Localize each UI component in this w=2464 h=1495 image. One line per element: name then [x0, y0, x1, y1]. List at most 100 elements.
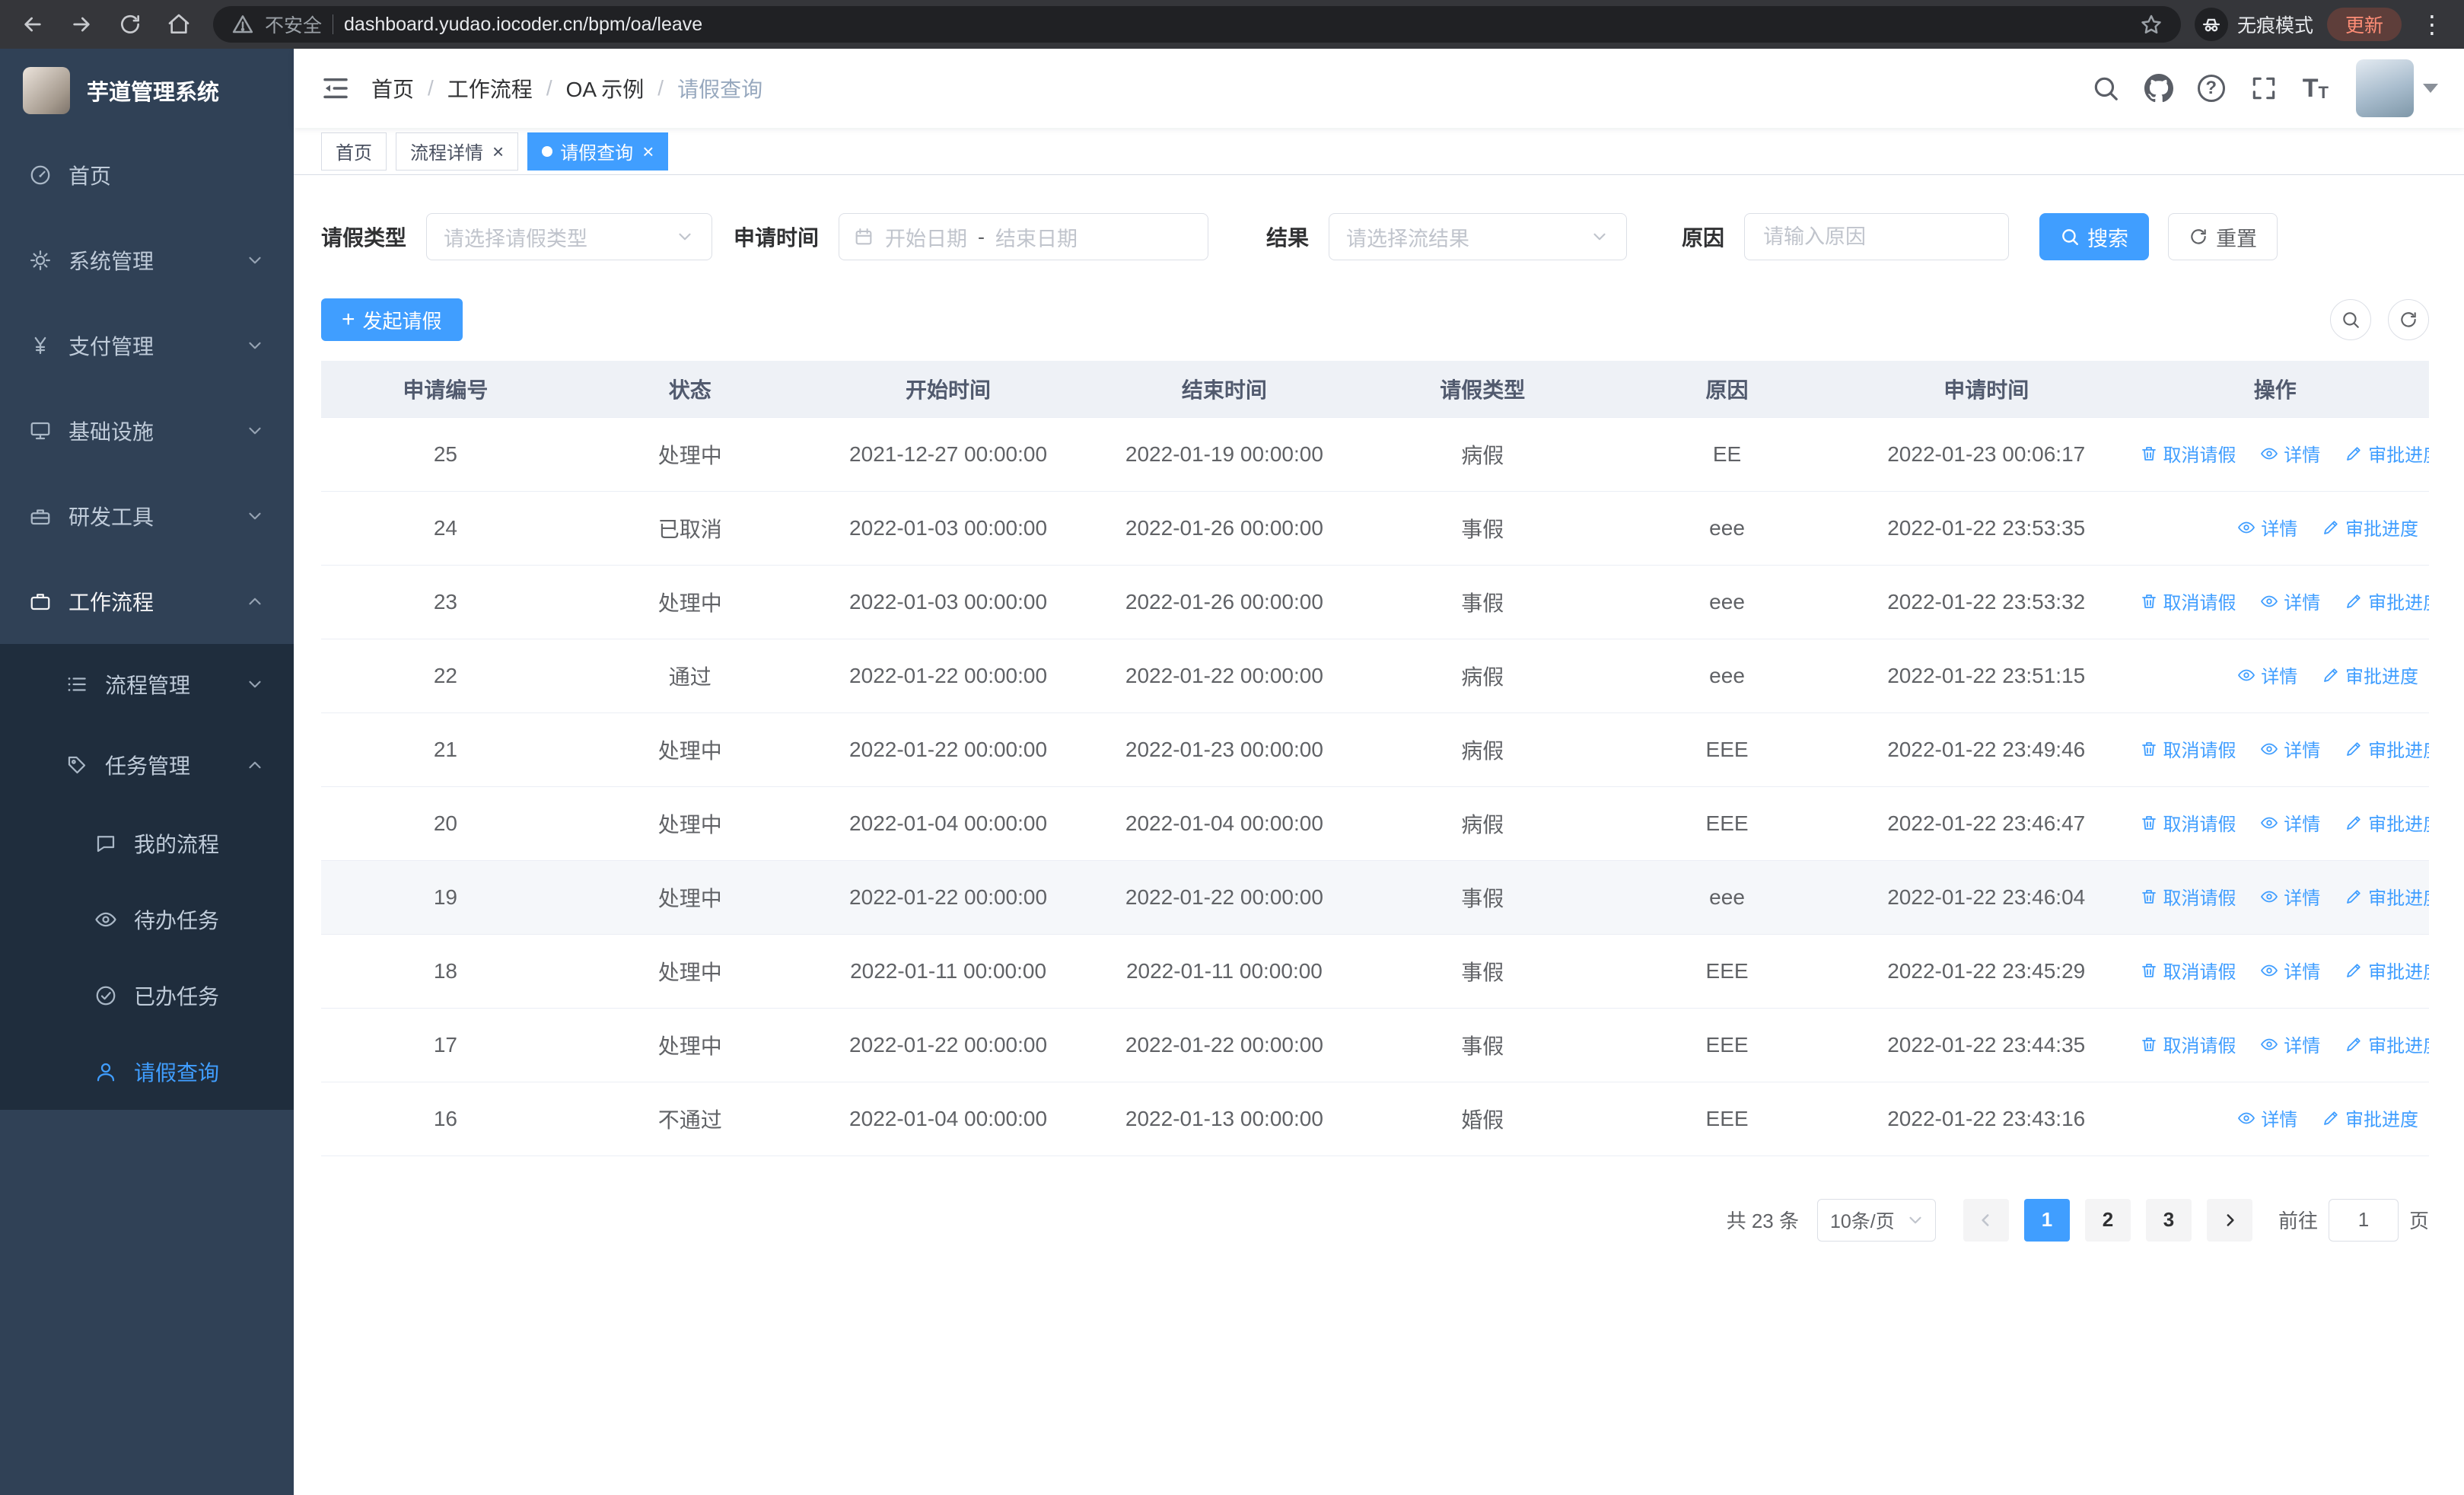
page-size-select[interactable]: 10条/页	[1816, 1198, 1936, 1242]
cancel-leave-link[interactable]: 取消请假	[2140, 809, 2236, 836]
fullscreen-icon[interactable]	[2249, 74, 2278, 103]
close-icon[interactable]: ×	[492, 142, 504, 161]
approval-progress-link[interactable]: 审批进度	[2345, 1031, 2429, 1057]
toggle-search-icon[interactable]	[2330, 299, 2371, 340]
breadcrumb-oa-example[interactable]: OA 示例	[566, 73, 645, 104]
update-button[interactable]: 更新	[2326, 8, 2402, 41]
search-icon[interactable]	[2091, 74, 2120, 103]
sidebar-fold-icon[interactable]	[320, 72, 352, 104]
leave-table: 申请编号 状态 开始时间 结束时间 请假类型 原因 申请时间 操作 25 处理中…	[321, 361, 2429, 1156]
detail-link[interactable]: 详情	[2260, 957, 2320, 983]
avatar[interactable]	[2356, 59, 2414, 117]
approval-progress-link[interactable]: 审批进度	[2345, 735, 2429, 762]
detail-link[interactable]: 详情	[2260, 735, 2320, 762]
sidebar-item-infrastructure[interactable]: 基础设施	[0, 388, 294, 473]
cancel-leave-link[interactable]: 取消请假	[2140, 957, 2236, 983]
forward-button[interactable]	[61, 4, 102, 45]
cancel-leave-link[interactable]: 取消请假	[2140, 883, 2236, 910]
address-bar[interactable]: 不安全 dashboard.yudao.iocoder.cn/bpm/oa/le…	[213, 6, 2181, 43]
github-icon[interactable]	[2144, 74, 2173, 103]
page-button-3[interactable]: 3	[2145, 1198, 2192, 1242]
cell-status: 处理中	[569, 712, 810, 787]
create-leave-button[interactable]: + 发起请假	[321, 298, 463, 341]
detail-link[interactable]: 详情	[2237, 514, 2297, 540]
detail-link[interactable]: 详情	[2260, 883, 2320, 910]
cancel-leave-link[interactable]: 取消请假	[2140, 735, 2236, 762]
refresh-icon[interactable]	[2388, 299, 2429, 340]
approval-progress-link[interactable]: 审批进度	[2322, 514, 2418, 540]
sidebar-item-system[interactable]: 系统管理	[0, 218, 294, 303]
home-button[interactable]	[158, 4, 199, 45]
cell-leave-type: 婚假	[1362, 1082, 1603, 1156]
bookmark-star-icon[interactable]	[2140, 13, 2163, 36]
end-date-placeholder: 结束日期	[995, 227, 1078, 250]
approval-progress-link[interactable]: 审批进度	[2345, 588, 2429, 614]
cancel-leave-link[interactable]: 取消请假	[2140, 588, 2236, 614]
cancel-leave-link[interactable]: 取消请假	[2140, 440, 2236, 467]
approval-progress-link[interactable]: 审批进度	[2322, 1105, 2418, 1131]
sidebar-item-task-management[interactable]: 任务管理	[0, 725, 294, 805]
breadcrumb-home[interactable]: 首页	[371, 73, 414, 104]
approval-progress-link[interactable]: 审批进度	[2322, 661, 2418, 688]
cell-id: 24	[321, 491, 570, 566]
browser-menu-icon[interactable]: ⋮	[2415, 10, 2449, 39]
plus-icon: +	[342, 307, 355, 332]
font-size-icon[interactable]: TT	[2303, 75, 2329, 101]
back-button[interactable]	[12, 4, 53, 45]
approval-progress-link[interactable]: 审批进度	[2345, 883, 2429, 910]
column-header-status: 状态	[569, 361, 810, 418]
breadcrumb-workflow[interactable]: 工作流程	[447, 73, 533, 104]
approval-progress-link[interactable]: 审批进度	[2345, 957, 2429, 983]
user-menu[interactable]	[2356, 59, 2438, 117]
browser-right-controls: 无痕模式 更新 ⋮	[2194, 8, 2452, 41]
app-header: 首页 / 工作流程 / OA 示例 / 请假查询 ? TT	[294, 49, 2464, 128]
detail-link[interactable]: 详情	[2237, 661, 2297, 688]
tab-process-detail[interactable]: 流程详情 ×	[396, 132, 519, 171]
sidebar-item-done-tasks[interactable]: 已办任务	[0, 958, 294, 1034]
sidebar-item-payment[interactable]: 支付管理	[0, 303, 294, 388]
eye-icon	[94, 908, 117, 931]
close-icon[interactable]: ×	[642, 142, 654, 161]
sidebar-item-todo-tasks[interactable]: 待办任务	[0, 881, 294, 958]
tab-home[interactable]: 首页	[321, 132, 387, 171]
reset-button[interactable]: 重置	[2168, 213, 2278, 260]
detail-link[interactable]: 详情	[2260, 1031, 2320, 1057]
tab-leave-query[interactable]: 请假查询 ×	[527, 132, 669, 171]
next-page-button[interactable]	[2206, 1198, 2252, 1242]
cell-id: 25	[321, 417, 570, 492]
leave-type-select[interactable]: 请选择请假类型	[426, 213, 713, 260]
sidebar-item-process-management[interactable]: 流程管理	[0, 644, 294, 725]
table-header-row: 申请编号 状态 开始时间 结束时间 请假类型 原因 申请时间 操作	[321, 361, 2429, 418]
detail-link[interactable]: 详情	[2260, 440, 2320, 467]
detail-link[interactable]: 详情	[2260, 809, 2320, 836]
sidebar-item-my-processes[interactable]: 我的流程	[0, 805, 294, 881]
reason-input[interactable]	[1748, 225, 2006, 249]
sidebar-item-devtools[interactable]: 研发工具	[0, 473, 294, 559]
cell-apply-time: 2022-01-22 23:46:47	[1851, 786, 2122, 861]
detail-link[interactable]: 详情	[2237, 1105, 2297, 1131]
cancel-leave-link[interactable]: 取消请假	[2140, 1031, 2236, 1057]
goto-page-input[interactable]	[2328, 1198, 2399, 1242]
reload-button[interactable]	[110, 4, 151, 45]
sidebar-item-workflow[interactable]: 工作流程	[0, 559, 294, 644]
security-label[interactable]: 不安全	[265, 11, 322, 38]
chevron-down-icon	[245, 674, 265, 694]
column-header-apply-time: 申请时间	[1851, 361, 2122, 418]
url-text[interactable]: dashboard.yudao.iocoder.cn/bpm/oa/leave	[344, 14, 2129, 36]
apply-time-range-picker[interactable]: 开始日期 - 结束日期	[839, 213, 1209, 260]
result-select[interactable]: 请选择流结果	[1329, 213, 1628, 260]
chevron-down-icon	[675, 227, 695, 247]
sidebar-item-leave-query[interactable]: 请假查询	[0, 1034, 294, 1110]
page-button-2[interactable]: 2	[2084, 1198, 2131, 1242]
approval-progress-link[interactable]: 审批进度	[2345, 440, 2429, 467]
sidebar-item-home[interactable]: 首页	[0, 132, 294, 218]
cell-status: 处理中	[569, 786, 810, 861]
table-row: 19 处理中 2022-01-22 00:00:00 2022-01-22 00…	[321, 860, 2429, 935]
help-icon[interactable]: ?	[2197, 75, 2225, 102]
search-button[interactable]: 搜索	[2039, 213, 2150, 260]
detail-link[interactable]: 详情	[2260, 588, 2320, 614]
app-logo[interactable]: 芋道管理系统	[0, 49, 294, 132]
approval-progress-link[interactable]: 审批进度	[2345, 809, 2429, 836]
table-tools	[2330, 299, 2429, 340]
page-button-1[interactable]: 1	[2023, 1198, 2070, 1242]
